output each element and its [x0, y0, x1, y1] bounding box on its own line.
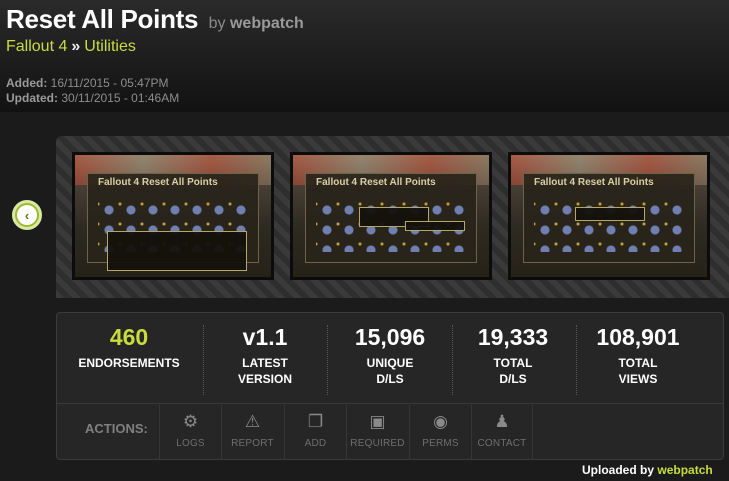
- actions-label: ACTIONS:: [85, 421, 148, 436]
- breadcrumb-separator: »: [71, 38, 81, 55]
- gallery-prev-button[interactable]: ‹: [12, 200, 42, 230]
- action-label: PERMS: [422, 438, 459, 449]
- action-perms-button[interactable]: ◉ PERMS: [409, 405, 471, 460]
- action-label: LOGS: [176, 438, 205, 449]
- uploader-link[interactable]: webpatch: [657, 463, 712, 477]
- added-value: 16/11/2015 - 05:47PM: [50, 76, 169, 90]
- action-label: CONTACT: [477, 438, 527, 449]
- stat-unique-downloads: 15,096 UNIQUE D/LS: [328, 323, 452, 403]
- gear-icon: ⚙: [182, 412, 199, 431]
- added-date: Added: 16/11/2015 - 05:47PM: [6, 76, 179, 91]
- person-icon: ♟: [494, 412, 510, 431]
- stat-label: TOTAL: [618, 356, 658, 370]
- stat-label: LATEST: [242, 356, 288, 370]
- author-link[interactable]: webpatch: [230, 15, 304, 32]
- windows-icon: ❐: [307, 412, 324, 431]
- stat-label: UNIQUE: [366, 356, 414, 370]
- stat-value: 15,096: [354, 324, 426, 350]
- uploaded-by-label: Uploaded by: [582, 463, 655, 477]
- action-label: REPORT: [231, 438, 274, 449]
- stat-latest-version: v1.1 LATEST VERSION: [203, 323, 327, 403]
- action-label: REQUIRED: [350, 438, 405, 449]
- floppy-icon: ▣: [369, 412, 386, 431]
- stat-value: 19,333: [477, 324, 549, 350]
- action-add-button[interactable]: ❐ ADD: [284, 405, 346, 460]
- date-info: Added: 16/11/2015 - 05:47PM Updated: 30/…: [6, 76, 179, 106]
- by-label: by: [208, 15, 226, 32]
- stat-value: v1.1: [242, 324, 288, 350]
- stats-actions-divider: [57, 403, 723, 404]
- stat-label: ENDORSEMENTS: [78, 356, 180, 370]
- chevron-left-icon: ‹: [17, 205, 37, 225]
- author-byline: by webpatch: [209, 15, 304, 32]
- stat-total-views: 108,901 TOTAL VIEWS: [576, 323, 700, 403]
- thumbnail-title: Fallout 4 Reset All Points: [316, 177, 436, 188]
- gallery-thumbnail[interactable]: Fallout 4 Reset All Points: [72, 152, 274, 280]
- updated-date: Updated: 30/11/2015 - 01:46AM: [6, 91, 179, 106]
- action-label: ADD: [304, 438, 327, 449]
- mod-title: Reset All Points: [6, 4, 199, 34]
- image-gallery: Fallout 4 Reset All Points Fallout 4 Res…: [56, 136, 729, 298]
- thumbnail-popup: [107, 231, 247, 271]
- stats-panel: 460 ENDORSEMENTS v1.1 LATEST VERSION 15,…: [56, 312, 724, 460]
- added-label: Added:: [6, 76, 48, 90]
- stat-endorsements[interactable]: 460 ENDORSEMENTS: [67, 323, 191, 403]
- updated-label: Updated:: [6, 91, 58, 105]
- warning-icon: ⚠: [244, 412, 261, 431]
- thumbnail-title: Fallout 4 Reset All Points: [98, 177, 218, 188]
- breadcrumb-game[interactable]: Fallout 4: [6, 38, 67, 55]
- breadcrumb: Fallout 4» Utilities: [6, 38, 136, 56]
- uploaded-by: Uploaded by webpatch: [582, 463, 713, 477]
- thumbnail-popup: [575, 207, 645, 221]
- action-contact-button[interactable]: ♟ CONTACT: [471, 405, 533, 460]
- updated-value: 30/11/2015 - 01:46AM: [61, 91, 180, 105]
- mod-header: Reset All Points by webpatch Fallout 4» U…: [0, 0, 729, 112]
- stat-value: 108,901: [596, 324, 680, 350]
- gallery-thumbnail[interactable]: Fallout 4 Reset All Points: [508, 152, 710, 280]
- thumbnail-popup: [405, 221, 465, 231]
- action-required-button[interactable]: ▣ REQUIRED: [346, 405, 408, 460]
- stat-total-downloads: 19,333 TOTAL D/LS: [451, 323, 575, 403]
- action-report-button[interactable]: ⚠ REPORT: [221, 405, 283, 460]
- thumbnail-title: Fallout 4 Reset All Points: [534, 177, 654, 188]
- stat-value: 460: [109, 324, 149, 350]
- stat-label: D/LS: [376, 372, 404, 386]
- breadcrumb-category[interactable]: Utilities: [84, 38, 136, 55]
- action-logs-button[interactable]: ⚙ LOGS: [159, 405, 221, 460]
- stat-label: TOTAL: [493, 356, 533, 370]
- stat-label: VERSION: [237, 372, 292, 386]
- gallery-thumbnail[interactable]: Fallout 4 Reset All Points: [290, 152, 492, 280]
- title-row: Reset All Points by webpatch: [6, 4, 304, 35]
- stat-label: D/LS: [499, 372, 527, 386]
- permissions-icon: ◉: [433, 412, 448, 431]
- stat-label: VIEWS: [618, 372, 658, 386]
